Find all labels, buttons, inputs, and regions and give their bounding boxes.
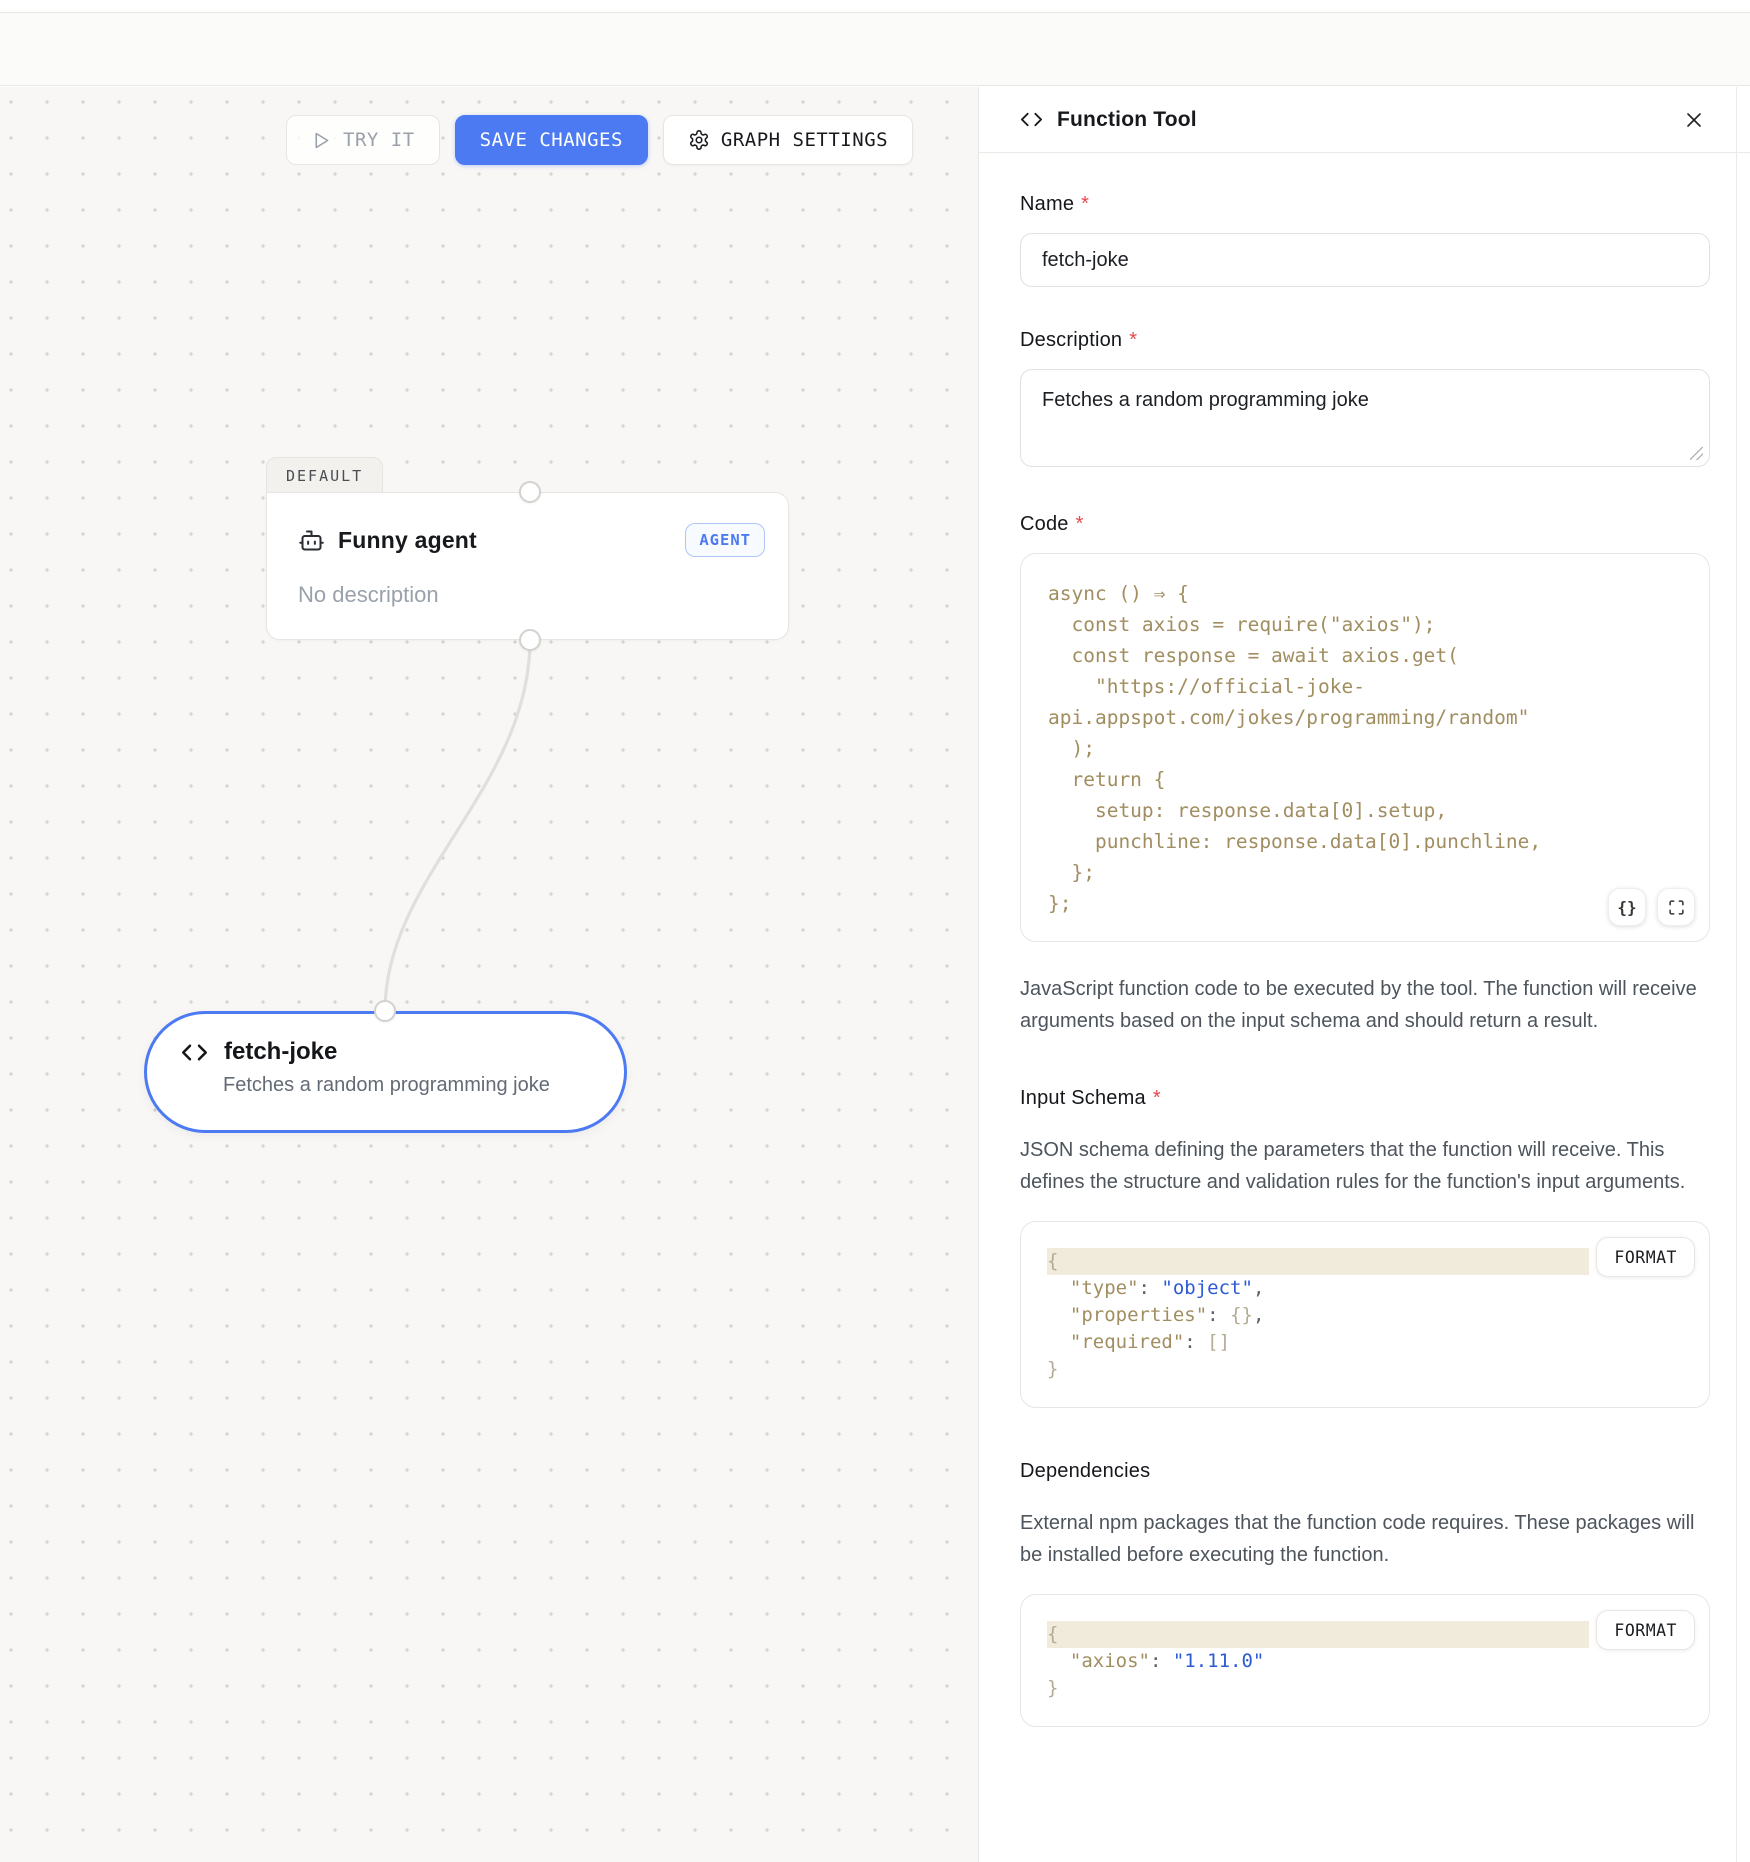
save-changes-button[interactable]: SAVE CHANGES [455,115,648,165]
input-schema-help-text: JSON schema defining the parameters that… [1020,1134,1710,1198]
required-asterisk: * [1129,329,1137,352]
panel-title: Function Tool [1057,108,1197,132]
tool-node-top-handle[interactable] [374,1000,396,1022]
group-label-default[interactable]: DEFAULT [266,457,383,493]
workflow-editor-app: TRY IT SAVE CHANGES GRAPH SETTINGS DEFAU… [0,0,1750,1862]
code-label-text: Code [1020,513,1069,536]
main-area: TRY IT SAVE CHANGES GRAPH SETTINGS DEFAU… [0,87,1750,1862]
tool-node-header: fetch-joke [181,1038,594,1066]
dependencies-editor[interactable]: { "axios": "1.11.0"} FORMAT [1020,1594,1710,1727]
tool-node-description: Fetches a random programming joke [223,1074,594,1097]
gear-icon [688,129,710,151]
name-label-text: Name [1020,193,1074,216]
code-editor-actions: {} [1608,888,1695,926]
format-button[interactable]: FORMAT [1596,1237,1695,1277]
name-field-label: Name * [1020,193,1710,216]
code-icon [1020,108,1043,131]
agent-node-funny-agent[interactable]: Funny agent AGENT No description [266,492,789,640]
play-icon [311,130,332,151]
maximize-icon [1668,899,1685,916]
group-label-text: DEFAULT [286,467,363,485]
agent-node-title: Funny agent [338,527,477,554]
edge-funny-agent-to-fetch-joke[interactable] [385,640,530,1011]
edge-layer [0,87,978,1862]
code-icon [181,1039,208,1066]
save-changes-label: SAVE CHANGES [480,129,623,151]
description-label-text: Description [1020,329,1122,352]
dependencies-help-text: External npm packages that the function … [1020,1507,1710,1571]
panel-body: Name * Description * Fetches a random pr… [979,153,1750,1727]
format-button[interactable]: FORMAT [1596,1610,1695,1650]
agent-node-description: No description [298,582,765,608]
code-field-label: Code * [1020,513,1710,536]
panel-header: Function Tool [979,87,1750,153]
input-schema-label-text: Input Schema [1020,1087,1146,1110]
input-schema-editor[interactable]: { "type": "object", "properties": {}, "r… [1020,1221,1710,1408]
required-asterisk: * [1081,193,1089,216]
agent-type-badge: AGENT [685,523,765,557]
close-icon [1682,108,1706,132]
input-schema-field-label: Input Schema * [1020,1087,1710,1110]
description-textarea[interactable]: Fetches a random programming joke [1020,369,1710,467]
graph-canvas[interactable]: TRY IT SAVE CHANGES GRAPH SETTINGS DEFAU… [0,87,978,1862]
code-help-text: JavaScript function code to be executed … [1020,973,1710,1037]
bot-icon [298,527,325,554]
canvas-toolbar: TRY IT SAVE CHANGES GRAPH SETTINGS [286,115,913,165]
required-asterisk: * [1153,1087,1161,1110]
agent-node-top-handle[interactable] [519,481,541,503]
try-it-label: TRY IT [343,129,415,151]
agent-node-header: Funny agent AGENT [298,523,765,557]
graph-settings-button[interactable]: GRAPH SETTINGS [663,115,913,165]
try-it-button[interactable]: TRY IT [286,115,440,165]
description-textarea-wrap: Fetches a random programming joke [1020,369,1710,467]
tool-node-fetch-joke[interactable]: fetch-joke Fetches a random programming … [144,1011,627,1133]
fullscreen-button[interactable] [1657,888,1695,926]
braces-icon: {} [1617,898,1636,917]
code-editor-content[interactable]: async () ⇒ { const axios = require("axio… [1048,578,1693,919]
tool-node-title: fetch-joke [224,1038,337,1066]
function-tool-panel: Function Tool Name * Description * [978,87,1750,1862]
graph-settings-label: GRAPH SETTINGS [721,129,888,151]
dependencies-label-text: Dependencies [1020,1460,1150,1483]
code-editor[interactable]: async () ⇒ { const axios = require("axio… [1020,553,1710,942]
close-panel-button[interactable] [1680,106,1708,134]
dependencies-field-label: Dependencies [1020,1460,1710,1483]
format-braces-button[interactable]: {} [1608,888,1646,926]
window-topbar [0,0,1750,86]
agent-node-bottom-handle[interactable] [519,629,541,651]
name-input[interactable] [1020,233,1710,287]
description-field-label: Description * [1020,329,1710,352]
required-asterisk: * [1076,513,1084,536]
